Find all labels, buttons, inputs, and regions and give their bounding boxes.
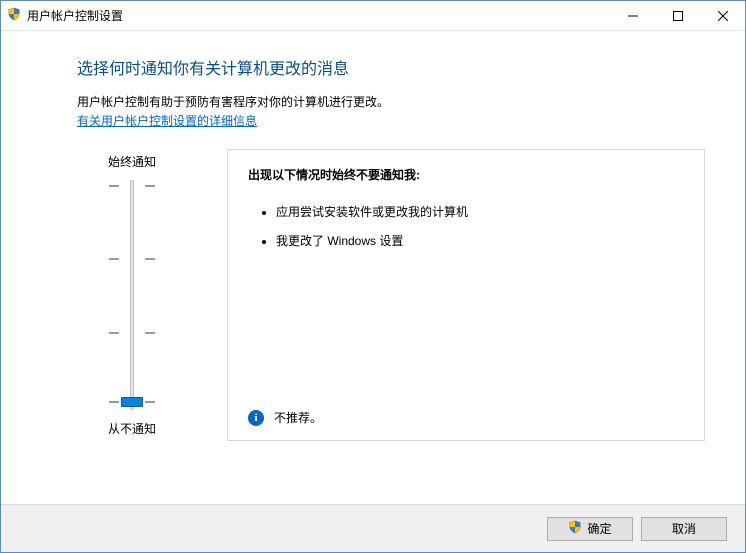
dialog-footer: 确定 取消 [1,504,745,552]
notification-slider: 始终通知 从不通知 [77,149,187,441]
learn-more-link[interactable]: 有关用户帐户控制设置的详细信息 [77,112,257,129]
panel-heading: 出现以下情况时始终不要通知我: [248,166,684,183]
slider-top-label: 始终通知 [108,153,156,170]
bullet-item: 我更改了 Windows 设置 [276,226,684,255]
ok-label: 确定 [587,520,611,537]
shield-icon [568,520,582,537]
window-controls [610,1,745,30]
cancel-label: 取消 [672,520,696,537]
slider-bottom-label: 从不通知 [108,420,156,437]
minimize-button[interactable] [610,1,655,30]
maximize-button[interactable] [655,1,700,30]
ok-button[interactable]: 确定 [547,517,633,541]
uac-settings-window: 用户帐户控制设置 选择何时通知你有关计算机更改的消息 用户帐户控制有助于预防有害… [0,0,746,553]
close-button[interactable] [700,1,745,30]
description-panel: 出现以下情况时始终不要通知我: 应用尝试安装软件或更改我的计算机 我更改了 Wi… [227,149,705,441]
recommendation-text: 不推荐。 [274,409,322,426]
page-heading: 选择何时通知你有关计算机更改的消息 [77,55,705,79]
shield-icon [7,7,21,24]
bullet-item: 应用尝试安装软件或更改我的计算机 [276,197,684,226]
cancel-button[interactable]: 取消 [641,517,727,541]
recommendation-row: i 不推荐。 [248,399,684,426]
settings-row: 始终通知 从不通知 出现以下情况时始终不要通知我: 应用尝试安装软件或更改我的计… [77,149,705,441]
slider-thumb[interactable] [121,397,143,407]
info-icon: i [248,410,264,426]
window-title: 用户帐户控制设置 [27,7,123,24]
titlebar: 用户帐户控制设置 [1,1,745,31]
content-area: 选择何时通知你有关计算机更改的消息 用户帐户控制有助于预防有害程序对你的计算机进… [1,31,745,504]
page-description: 用户帐户控制有助于预防有害程序对你的计算机进行更改。 [77,93,705,110]
panel-bullets: 应用尝试安装软件或更改我的计算机 我更改了 Windows 设置 [248,197,684,255]
slider-track[interactable] [107,180,157,410]
